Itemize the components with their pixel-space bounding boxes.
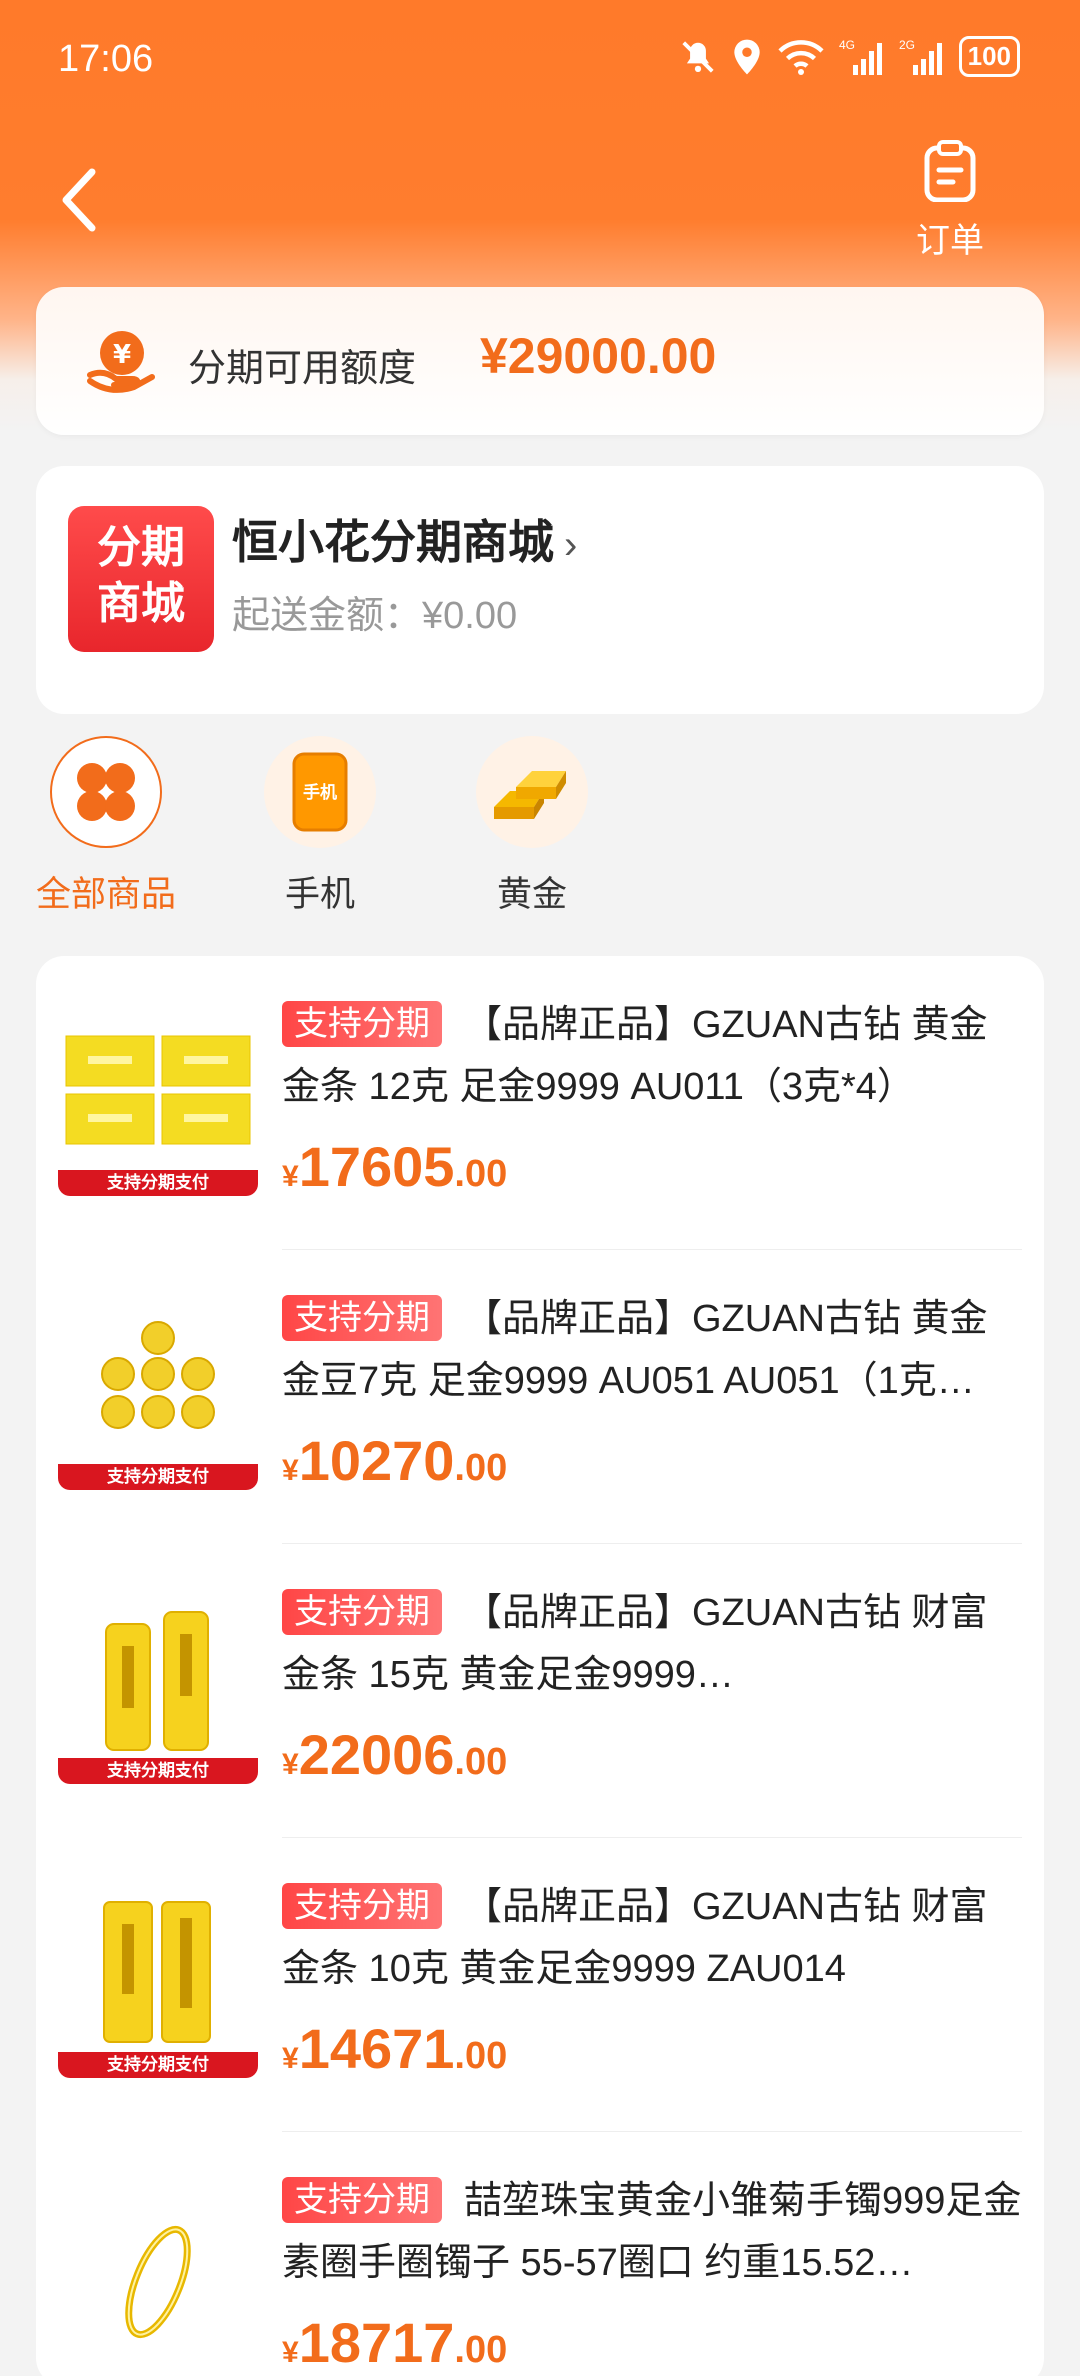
store-name: 恒小花分期商城 — [232, 516, 554, 568]
min-order-value: ¥0.00 — [422, 595, 518, 637]
product-title: 支持分期 【品牌正品】GZUAN古钻 财富金条 15克 黄金足金9999… — [282, 1582, 1022, 1706]
gold-bars-image — [105, 1611, 209, 1751]
store-logo: 分期 商城 — [68, 506, 214, 652]
chevron-left-icon — [62, 168, 96, 232]
price-currency: ¥ — [282, 1748, 299, 1781]
svg-text:2G: 2G — [899, 38, 915, 52]
product-price: ¥14671.00 — [282, 2016, 507, 2081]
bangle-image — [125, 2225, 191, 2339]
wifi-icon — [777, 39, 825, 75]
installment-tag: 支持分期 — [282, 1883, 442, 1929]
price-decimal: .00 — [454, 2329, 508, 2371]
installment-pay-label: 支持分期支付 — [58, 1758, 258, 1784]
svg-text:手机: 手机 — [303, 782, 337, 803]
chevron-right-icon: › — [564, 523, 578, 567]
price-currency: ¥ — [282, 2042, 299, 2075]
mute-icon — [679, 38, 717, 76]
credit-limit-card: ¥ 分期可用额度 ¥29000.00 — [36, 287, 1044, 435]
product-item[interactable]: 支持分期 喆堃珠宝黄金小雏菊手镯999足金素圈手圈镯子 55-57圈口 约重15.… — [36, 2132, 1044, 2376]
category-bar: 全部商品 手机 手机 黄金 — [0, 736, 1080, 916]
clover-icon — [50, 736, 162, 848]
product-item[interactable]: 支持分期支付 支持分期 【品牌正品】GZUAN古钻 财富金条 15克 黄金足金99… — [36, 1544, 1044, 1838]
price-decimal: .00 — [454, 1741, 508, 1783]
category-gold[interactable]: 黄金 — [442, 736, 622, 917]
order-label: 订单 — [916, 222, 984, 260]
product-item[interactable]: 支持分期支付 支持分期 【品牌正品】GZUAN古钻 黄金金条 12克 足金9999… — [36, 956, 1044, 1250]
category-label: 全部商品 — [35, 875, 176, 914]
product-image: 支持分期支付 — [58, 1584, 258, 1784]
price-decimal: .00 — [454, 1153, 508, 1195]
battery-icon: 100 — [958, 36, 1020, 77]
svg-text:¥: ¥ — [113, 340, 131, 370]
price-integer: 10270 — [298, 1429, 455, 1492]
clipboard-icon — [924, 140, 976, 203]
product-title: 支持分期 【品牌正品】GZUAN古钻 黄金金条 12克 足金9999 AU011（… — [282, 994, 1022, 1118]
price-currency: ¥ — [282, 2336, 299, 2369]
credit-amount: ¥29000.00 — [480, 328, 717, 384]
price-integer: 18717 — [298, 2311, 455, 2374]
store-logo-line2: 商城 — [97, 579, 185, 628]
price-integer: 17605 — [298, 1135, 455, 1198]
product-item[interactable]: 支持分期支付 支持分期 【品牌正品】GZUAN古钻 黄金金豆7克 足金9999 A… — [36, 1250, 1044, 1544]
credit-label: 分期可用额度 — [188, 348, 417, 390]
gold-bars-image — [103, 1901, 211, 2043]
product-item[interactable]: 支持分期支付 支持分期 【品牌正品】GZUAN古钻 财富金条 10克 黄金足金99… — [36, 1838, 1044, 2132]
installment-pay-label: 支持分期支付 — [58, 1464, 258, 1490]
price-integer: 22006 — [298, 1723, 455, 1786]
nav-bar: 订单 — [0, 140, 1080, 270]
installment-pay-label: 支持分期支付 — [58, 2052, 258, 2078]
product-price: ¥22006.00 — [282, 1722, 507, 1787]
phone-icon: 手机 — [264, 736, 376, 848]
category-label: 黄金 — [496, 875, 567, 914]
price-currency: ¥ — [282, 1454, 299, 1487]
category-phone[interactable]: 手机 手机 — [230, 736, 410, 917]
location-icon — [731, 38, 763, 76]
status-icons: 4G 2G 100 — [679, 36, 1020, 77]
back-button[interactable] — [52, 160, 112, 240]
product-price: ¥10270.00 — [282, 1428, 507, 1493]
gold-bar-icon — [476, 736, 588, 848]
status-time: 17:06 — [58, 38, 154, 80]
product-price: ¥17605.00 — [282, 1134, 507, 1199]
gold-bars-image — [65, 1035, 251, 1145]
store-name-link[interactable]: 恒小花分期商城 › — [232, 506, 577, 572]
store-card: 分期 商城 恒小花分期商城 › 起送金额：¥0.00 — [36, 466, 1044, 714]
status-bar: 17:06 4G 2G 100 — [0, 0, 1080, 130]
installment-pay-label: 支持分期支付 — [58, 1170, 258, 1196]
order-button[interactable]: 订单 — [890, 140, 1010, 262]
product-price: ¥18717.00 — [282, 2310, 507, 2375]
installment-tag: 支持分期 — [282, 1589, 442, 1635]
price-decimal: .00 — [454, 2035, 508, 2077]
min-order: 起送金额：¥0.00 — [232, 584, 517, 639]
installment-tag: 支持分期 — [282, 2177, 442, 2223]
signal-2g-icon: 2G — [899, 37, 945, 77]
product-title: 支持分期 喆堃珠宝黄金小雏菊手镯999足金素圈手圈镯子 55-57圈口 约重15.… — [282, 2170, 1022, 2294]
product-image — [58, 2172, 258, 2372]
installment-tag: 支持分期 — [282, 1295, 442, 1341]
store-logo-line1: 分期 — [97, 523, 185, 572]
price-integer: 14671 — [298, 2017, 455, 2080]
yuan-hand-icon: ¥ — [87, 331, 155, 393]
product-image: 支持分期支付 — [58, 1878, 258, 2078]
product-list: 支持分期支付 支持分期 【品牌正品】GZUAN古钻 黄金金条 12克 足金9999… — [36, 956, 1044, 2376]
price-decimal: .00 — [454, 1447, 508, 1489]
category-all[interactable]: 全部商品 — [16, 736, 196, 917]
min-order-label: 起送金额： — [232, 595, 423, 637]
category-label: 手机 — [284, 875, 355, 914]
product-title: 支持分期 【品牌正品】GZUAN古钻 黄金金豆7克 足金9999 AU051 AU… — [282, 1288, 1022, 1412]
product-title: 支持分期 【品牌正品】GZUAN古钻 财富金条 10克 黄金足金9999 ZAU0… — [282, 1876, 1022, 2000]
price-currency: ¥ — [282, 1160, 299, 1193]
signal-4g-icon: 4G — [839, 37, 885, 77]
svg-text:4G: 4G — [839, 38, 855, 52]
product-image: 支持分期支付 — [58, 996, 258, 1196]
installment-tag: 支持分期 — [282, 1001, 442, 1047]
product-image: 支持分期支付 — [58, 1290, 258, 1490]
gold-beans-image — [101, 1321, 215, 1429]
